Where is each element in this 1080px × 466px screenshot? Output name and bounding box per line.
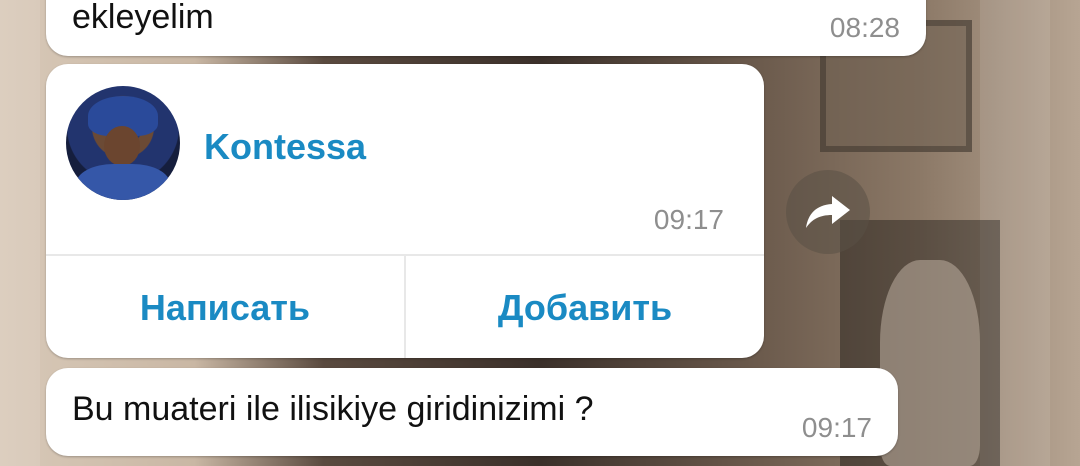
write-message-button[interactable]: Написать [46,256,404,358]
message-text: ekleyelim [72,0,214,36]
share-arrow-icon[interactable] [786,170,870,254]
background-pillar [0,0,40,466]
message-bubble[interactable]: Bu muateri ile ilisikiye giridinizimi ? … [46,368,898,456]
message-time: 09:17 [653,204,724,235]
contact-actions: Написать Добавить [46,254,764,358]
message-bubble[interactable]: ekleyelim 08:28 [46,0,926,56]
share-arrow-glyph [806,196,850,228]
avatar-dress [76,164,170,200]
message-time: 08:28 [829,12,900,43]
add-contact-button[interactable]: Добавить [404,256,764,358]
avatar[interactable] [66,86,180,200]
message-time: 09:17 [801,412,872,443]
contact-name[interactable]: Kontessa [204,126,366,168]
contact-card-bubble[interactable]: Kontessa 09:17 Написать Добавить [46,64,764,358]
message-text: Bu muateri ile ilisikiye giridinizimi ? [72,390,594,428]
avatar-face [104,126,140,166]
